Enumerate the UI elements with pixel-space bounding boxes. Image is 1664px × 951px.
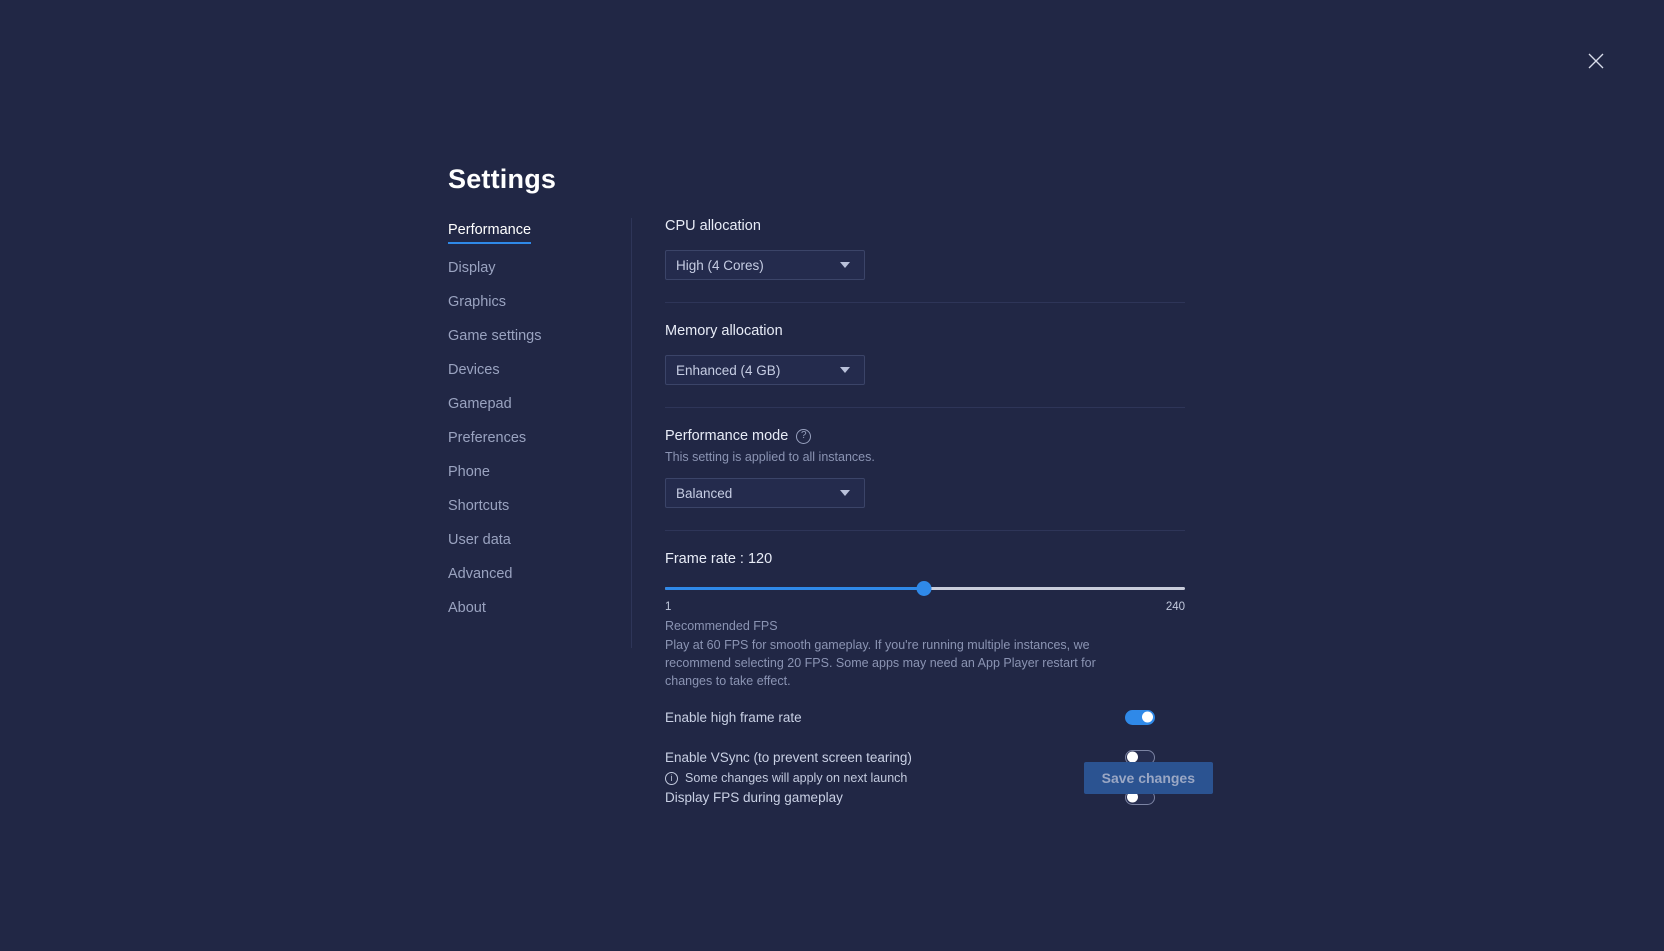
frame-rate-label: Frame rate : 120 [665, 551, 1185, 567]
divider [665, 407, 1185, 408]
sidebar-item-game-settings[interactable]: Game settings [448, 329, 542, 346]
performance-mode-select[interactable]: Balanced [665, 478, 865, 508]
footer: i Some changes will apply on next launch… [665, 762, 1213, 794]
sidebar-item-shortcuts[interactable]: Shortcuts [448, 499, 509, 516]
chevron-down-icon [840, 262, 850, 268]
sidebar-item-gamepad[interactable]: Gamepad [448, 397, 512, 414]
performance-mode-value: Balanced [676, 486, 732, 501]
performance-mode-text: Performance mode [665, 428, 788, 444]
sidebar-item-performance[interactable]: Performance [448, 223, 531, 244]
sidebar-divider [631, 218, 632, 648]
save-changes-button[interactable]: Save changes [1084, 762, 1213, 794]
slider-min-label: 1 [665, 601, 671, 613]
cpu-allocation-select[interactable]: High (4 Cores) [665, 250, 865, 280]
sidebar-item-display[interactable]: Display [448, 261, 496, 278]
sidebar-item-phone[interactable]: Phone [448, 465, 490, 482]
recommended-fps-title: Recommended FPS [665, 619, 1185, 633]
performance-mode-note: This setting is applied to all instances… [665, 450, 1185, 464]
sidebar-item-user-data[interactable]: User data [448, 533, 511, 550]
toggle-label: Enable high frame rate [665, 710, 802, 725]
sidebar-item-devices[interactable]: Devices [448, 363, 500, 380]
info-icon: i [665, 772, 678, 785]
performance-mode-section: Performance mode ? This setting is appli… [665, 428, 1185, 508]
divider [665, 302, 1185, 303]
question-mark-icon[interactable]: ? [796, 429, 811, 444]
slider-track-fill [665, 587, 924, 590]
settings-window: Settings Performance Display Graphics Ga… [0, 0, 1664, 951]
chevron-down-icon [840, 367, 850, 373]
footer-note: i Some changes will apply on next launch [665, 771, 907, 785]
toggle-row-high-frame-rate: Enable high frame rate [665, 704, 1155, 730]
slider-handle[interactable] [916, 581, 931, 596]
footer-note-text: Some changes will apply on next launch [685, 771, 907, 785]
performance-mode-label: Performance mode ? [665, 428, 1185, 444]
memory-allocation-select[interactable]: Enhanced (4 GB) [665, 355, 865, 385]
memory-allocation-section: Memory allocation Enhanced (4 GB) [665, 323, 1185, 385]
recommended-fps-body: Play at 60 FPS for smooth gameplay. If y… [665, 636, 1145, 690]
page-title: Settings [448, 164, 556, 195]
close-icon[interactable] [1583, 48, 1609, 74]
frame-rate-slider[interactable] [665, 581, 1185, 595]
sidebar-item-graphics[interactable]: Graphics [448, 295, 506, 312]
frame-rate-section: Frame rate : 120 1 240 Recommended FPS P… [665, 551, 1185, 690]
toggle-knob [1142, 712, 1153, 723]
cpu-allocation-value: High (4 Cores) [676, 258, 764, 273]
cpu-allocation-section: CPU allocation High (4 Cores) [665, 218, 1185, 280]
slider-max-label: 240 [1166, 601, 1185, 613]
settings-content: CPU allocation High (4 Cores) Memory all… [665, 218, 1185, 810]
toggle-high-frame-rate[interactable] [1125, 710, 1155, 725]
sidebar-item-advanced[interactable]: Advanced [448, 567, 513, 584]
sidebar: Performance Display Graphics Game settin… [448, 222, 598, 634]
memory-allocation-value: Enhanced (4 GB) [676, 363, 780, 378]
divider [665, 530, 1185, 531]
cpu-allocation-label: CPU allocation [665, 218, 1185, 234]
chevron-down-icon [840, 490, 850, 496]
sidebar-item-about[interactable]: About [448, 601, 486, 618]
sidebar-item-preferences[interactable]: Preferences [448, 431, 526, 448]
memory-allocation-label: Memory allocation [665, 323, 1185, 339]
